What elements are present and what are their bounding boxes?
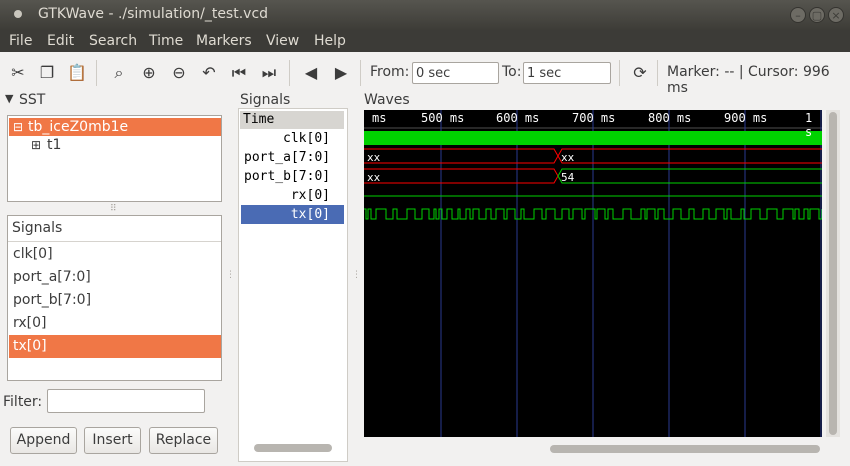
ruler-tick: 800 ms [648, 111, 692, 125]
waves-hscroll-track [364, 442, 822, 456]
signal-row-clk[interactable]: clk[0] [241, 129, 344, 148]
toolbar-separator [360, 60, 361, 86]
menu-view[interactable]: View [266, 33, 299, 49]
sst-signal-item[interactable]: clk[0] [9, 243, 221, 266]
close-button[interactable]: × [828, 7, 844, 23]
menu-bar: File Edit Search Time Markers View Help [0, 30, 850, 52]
clk-wave [364, 131, 822, 145]
signal-row-tx-selected[interactable]: tx[0] [241, 205, 344, 224]
from-input[interactable] [412, 62, 499, 84]
grid-lines [440, 110, 822, 437]
append-button[interactable]: Append [10, 427, 77, 454]
zoom-fit-icon[interactable]: ⌕ [108, 62, 130, 84]
sst-signals-header: Signals [8, 216, 221, 242]
tree-item-label: t1 [47, 137, 62, 153]
sst-signal-item[interactable]: rx[0] [9, 312, 221, 335]
waves-hscrollbar[interactable] [550, 445, 820, 453]
pane-grip-icon[interactable]: ⋮ [226, 270, 235, 280]
sst-label: SST [19, 92, 46, 108]
filter-input[interactable] [47, 389, 205, 413]
signals-hscrollbar[interactable] [254, 444, 332, 452]
copy-icon[interactable]: ❐ [36, 62, 58, 84]
minimize-button[interactable]: – [790, 7, 806, 23]
waveform-svg [364, 110, 822, 437]
to-input[interactable] [523, 62, 611, 84]
port-b-value: 54 [561, 171, 575, 184]
replace-button[interactable]: Replace [149, 427, 218, 454]
tree-expand-icon[interactable]: ⊞ [31, 136, 41, 154]
sst-signal-item[interactable]: port_b[7:0] [9, 289, 221, 312]
signal-row-port-b[interactable]: port_b[7:0] [241, 167, 344, 186]
signal-row-port-a[interactable]: port_a[7:0] [241, 148, 344, 167]
sst-signal-list: Signals clk[0] port_a[7:0] port_b[7:0] r… [7, 215, 222, 381]
port-a-value: xx [561, 151, 575, 164]
zoom-end-icon[interactable]: ⏭ [258, 62, 280, 84]
title-bar: GTKWave - ./simulation/_test.vcd – ▢ × [0, 0, 850, 30]
filter-label: Filter: [3, 394, 43, 410]
time-header: Time [240, 111, 344, 129]
sst-signal-item[interactable]: port_a[7:0] [9, 266, 221, 289]
ruler-tick: 900 ms [724, 111, 768, 125]
waveform-canvas[interactable]: ms 500 ms 600 ms 700 ms 800 ms 900 ms 1 … [364, 110, 822, 437]
next-edge-icon[interactable]: ▶ [330, 62, 352, 84]
undo-zoom-icon[interactable]: ↶ [198, 62, 220, 84]
zoom-out-icon[interactable]: ⊖ [168, 62, 190, 84]
reload-icon[interactable]: ⟳ [629, 62, 651, 84]
menu-search[interactable]: Search [89, 33, 137, 49]
waves-vscroll-track [826, 110, 840, 437]
app-icon [14, 10, 22, 18]
maximize-button[interactable]: ▢ [809, 7, 825, 23]
ruler-tick: 700 ms [572, 111, 616, 125]
ruler-tick: 1 s [805, 111, 813, 139]
toolbar: ✂ ❐ 📋 ⌕ ⊕ ⊖ ↶ ⏮ ⏭ ◀ ▶ From: To: ⟳ Marker… [0, 52, 850, 96]
prev-edge-icon[interactable]: ◀ [300, 62, 322, 84]
ruler-tick: ms [372, 111, 387, 125]
menu-time[interactable]: Time [149, 33, 183, 49]
toolbar-separator [619, 60, 620, 86]
window-title: GTKWave - ./simulation/_test.vcd [38, 6, 269, 22]
toolbar-separator [289, 60, 290, 86]
zoom-in-icon[interactable]: ⊕ [138, 62, 160, 84]
sst-signal-item-selected[interactable]: tx[0] [9, 335, 221, 358]
menu-file[interactable]: File [9, 33, 32, 49]
from-label: From: [370, 64, 410, 80]
paste-icon[interactable]: 📋 [66, 62, 88, 84]
to-label: To: [502, 64, 522, 80]
pane-grip-icon[interactable]: ⋮ [352, 270, 361, 280]
tree-item-label: tb_iceZ0mb1e [28, 119, 129, 135]
port-a-value: xx [367, 151, 381, 164]
insert-button[interactable]: Insert [84, 427, 141, 454]
waves-vscrollbar[interactable] [829, 112, 837, 435]
cut-icon[interactable]: ✂ [7, 62, 29, 84]
ruler-tick: 600 ms [496, 111, 540, 125]
signals-pane-label: Signals [240, 92, 291, 108]
toolbar-separator [657, 60, 658, 86]
toolbar-separator [96, 60, 97, 86]
tree-item-tb-icez0mb1e[interactable]: ⊟ tb_iceZ0mb1e [9, 118, 221, 136]
sst-expander-icon[interactable]: ▼ [5, 92, 13, 105]
signal-row-rx[interactable]: rx[0] [241, 186, 344, 205]
sst-tree: ⊟ tb_iceZ0mb1e ⊞ t1 [7, 115, 222, 202]
port-b-value: xx [367, 171, 381, 184]
ruler-tick: 500 ms [421, 111, 465, 125]
menu-edit[interactable]: Edit [47, 33, 74, 49]
pane-grip-icon[interactable]: ⠿ [110, 204, 117, 214]
tree-item-t1[interactable]: ⊞ t1 [31, 136, 61, 154]
waves-pane-label: Waves [364, 92, 410, 108]
tree-collapse-icon[interactable]: ⊟ [13, 118, 23, 136]
menu-markers[interactable]: Markers [196, 33, 252, 49]
marker-cursor-readout: Marker: -- | Cursor: 996 ms [667, 64, 830, 96]
menu-help[interactable]: Help [314, 33, 346, 49]
zoom-start-icon[interactable]: ⏮ [228, 62, 250, 84]
